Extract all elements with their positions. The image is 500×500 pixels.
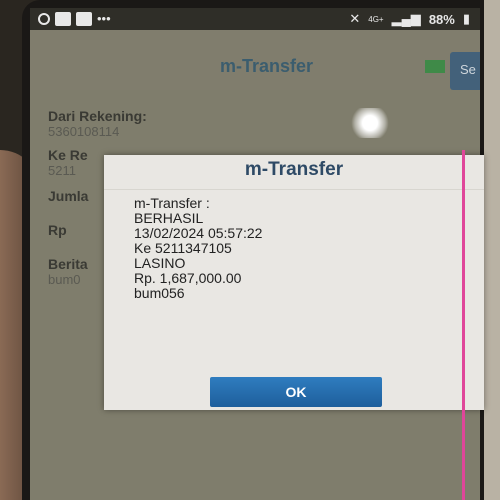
status-icons-right: ✕ 4G+ ▂▄▆ 88% ▮ [349, 11, 470, 27]
status-indicator-icon [425, 60, 445, 73]
from-account-value[interactable]: 5360108114 [48, 124, 468, 139]
message-line-status: BERHASIL [134, 210, 204, 226]
notification-icon [38, 12, 50, 25]
message-line-header: m-Transfer : [134, 195, 210, 211]
message-line-destination: Ke 5211347105 [134, 240, 232, 256]
message-line-recipient: LASINO [134, 255, 186, 271]
dialog-title: m-Transfer [104, 155, 484, 190]
from-account-label: Dari Rekening: [48, 108, 147, 124]
message-line-datetime: 13/02/2024 05:57:22 [134, 225, 263, 241]
signal-icon: ▂▄▆ [391, 11, 421, 26]
more-icon: ••• [97, 11, 111, 26]
app-header: m-Transfer Se [30, 30, 480, 90]
transfer-result-dialog: m-Transfer m-Transfer : BERHASIL 13/02/2… [104, 155, 484, 410]
network-label: 4G+ [368, 14, 384, 24]
mute-icon: ✕ [349, 11, 361, 26]
send-button[interactable]: Se [450, 52, 480, 90]
app-title: m-Transfer [220, 56, 314, 76]
background-edge [482, 0, 500, 500]
message-line-note: bum056 [134, 285, 185, 301]
screen-artifact-line [462, 150, 465, 500]
app-notification-icon [76, 11, 92, 26]
battery-icon: ▮ [462, 11, 470, 26]
message-line-amount: Rp. 1,687,000.00 [134, 270, 242, 286]
dialog-message: m-Transfer : BERHASIL 13/02/2024 05:57:2… [134, 196, 262, 301]
ok-button[interactable]: OK [210, 377, 382, 407]
battery-percent: 88% [428, 11, 455, 27]
status-bar: ••• ✕ 4G+ ▂▄▆ 88% ▮ [30, 8, 480, 30]
status-icons-left: ••• [38, 11, 111, 26]
app-notification-icon [55, 11, 71, 26]
